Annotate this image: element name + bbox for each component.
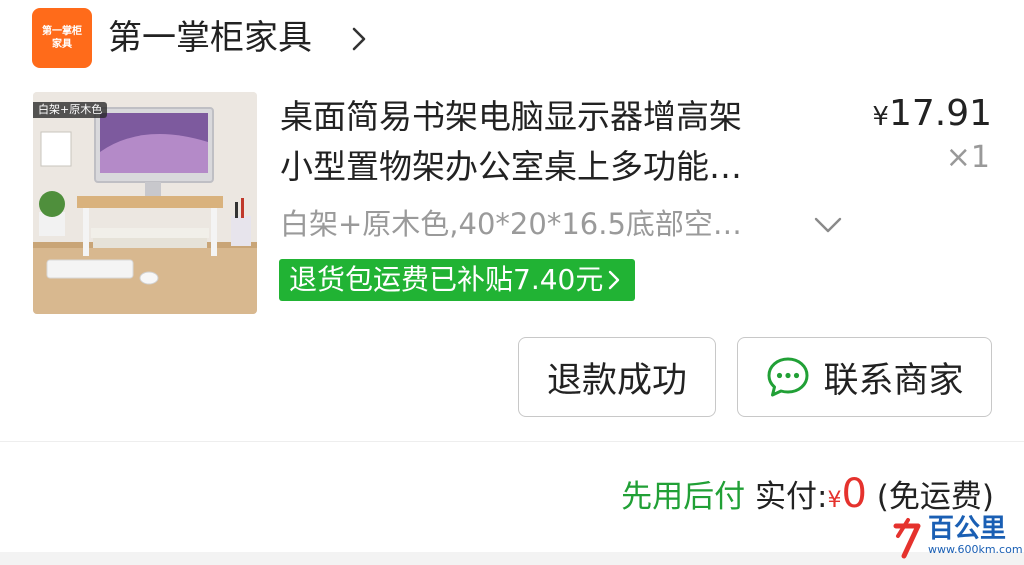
watermark-url: www.600km.com [928,543,1023,556]
shop-logo-line2: 家具 [52,39,72,50]
paid-label: 实付: [755,479,828,515]
product-image[interactable]: 白架+原木色 [33,92,257,314]
paid-amount: 0 [841,471,867,517]
chevron-right-icon [609,270,620,290]
product-photo [33,92,257,314]
site-watermark: 百公里 www.600km.com [890,512,1023,562]
shop-logo: 第一掌柜 家具 [32,8,92,68]
price-value: 17.91 [888,93,992,134]
divider [0,441,1024,442]
variant-tag: 白架+原木色 [33,102,108,118]
chevron-down-icon[interactable] [812,214,844,236]
product-title[interactable]: 桌面简易书架电脑显示器增高架 小型置物架办公室桌上多功能… [280,92,840,192]
product-quantity: ×1 [945,140,990,175]
order-card: 第一掌柜 家具 第一掌柜家具 白架+原木色 桌面简易书架电脑显示器增高架 小型置… [0,0,1024,565]
product-price: ¥17.91 [872,92,992,139]
watermark-text: 百公里 [928,514,1007,544]
sku-spec[interactable]: 白架+原木色,40*20*16.5底部空… [280,203,742,245]
refund-success-label: 退款成功 [546,360,687,401]
contact-seller-label: 联系商家 [823,360,964,401]
return-shipping-subsidy-badge[interactable]: 退货包运费已补贴7.40元 [279,259,636,301]
shop-header[interactable]: 第一掌柜 家具 第一掌柜家具 [0,0,1024,84]
refund-success-button[interactable]: 退款成功 [518,337,716,417]
chat-bubble-icon [767,357,809,397]
pay-later-label: 先用后付 [621,479,746,515]
price-currency: ¥ [872,102,889,132]
watermark-logo-icon [893,518,921,559]
shop-name[interactable]: 第一掌柜家具 [108,16,312,60]
shipping-note: (免运费) [876,479,994,515]
contact-seller-button[interactable]: 联系商家 [737,337,992,417]
subsidy-text: 退货包运费已补贴7.40元 [289,263,604,296]
bottom-gap [0,552,1024,565]
product-title-line2: 小型置物架办公室桌上多功能… [280,147,742,186]
paid-currency: ¥ [827,488,842,513]
product-title-line1: 桌面简易书架电脑显示器增高架 [280,97,742,136]
shop-logo-line1: 第一掌柜 [42,26,82,37]
chevron-right-icon[interactable] [348,26,370,52]
